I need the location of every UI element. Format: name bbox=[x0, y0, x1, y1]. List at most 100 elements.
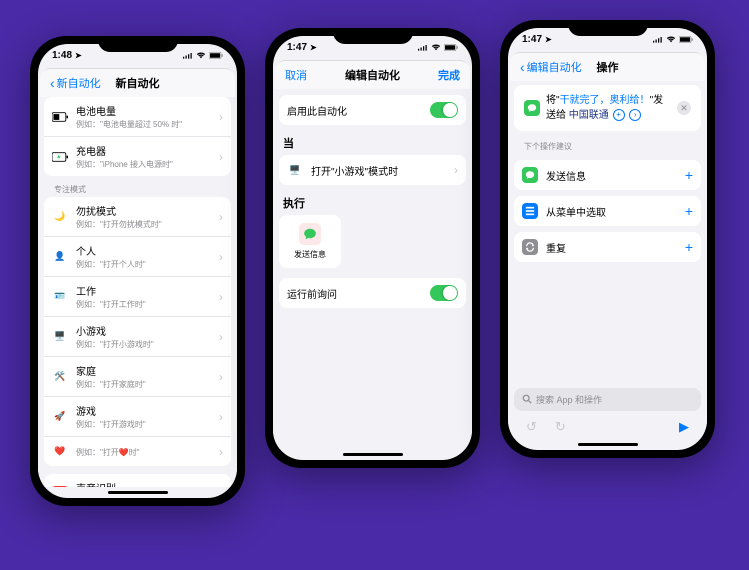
chevron-right-icon: › bbox=[219, 410, 223, 424]
cell-sub: 例如："打开家庭时" bbox=[76, 379, 219, 390]
wifi-icon bbox=[431, 44, 441, 51]
location-icon: ➤ bbox=[75, 51, 82, 60]
chevron-right-icon: › bbox=[219, 290, 223, 304]
wifi-icon bbox=[196, 52, 206, 59]
settings-group-power: 电池电量 例如："电池电量超过 50% 时" › 充电器 例如："iPhone … bbox=[44, 97, 231, 176]
content: 将"干就完了，奥利给！"发送给 中国联通 + › ✕ 下个操作建议 发送信息 + bbox=[508, 81, 707, 439]
action-description[interactable]: 将"干就完了，奥利给！"发送给 中国联通 + › ✕ bbox=[514, 85, 701, 131]
undo-icon[interactable]: ↺ bbox=[526, 419, 537, 435]
expand-icon[interactable]: › bbox=[629, 109, 641, 121]
phone-3: 1:47 ➤ ‹ 编辑自动化 操作 将" bbox=[500, 20, 715, 458]
battery-level-icon bbox=[52, 109, 68, 125]
cell-gaming[interactable]: 🚀 游戏 例如："打开游戏时" › bbox=[44, 396, 231, 436]
nav-done-label: 完成 bbox=[438, 70, 460, 82]
search-input[interactable]: 搜索 App 和操作 bbox=[514, 388, 701, 411]
cell-sound[interactable]: 声音识别 例如："我的 iPhone 识别出门铃声时" › bbox=[44, 474, 231, 487]
nav-back-label: 编辑自动化 bbox=[527, 59, 582, 75]
battery-icon bbox=[444, 44, 458, 51]
search-icon bbox=[522, 394, 532, 406]
cell-title: 打开"小游戏"模式时 bbox=[311, 163, 454, 178]
moon-icon: 🌙 bbox=[52, 209, 68, 225]
plus-icon[interactable]: + bbox=[685, 167, 693, 183]
desc-message[interactable]: 干就完了，奥利给！ bbox=[560, 95, 650, 106]
desc-recipient[interactable]: 中国联通 bbox=[569, 110, 609, 121]
cell-heart[interactable]: ❤️ 例如："打开❤️时" › bbox=[44, 436, 231, 466]
cell-ask: 运行前询问 bbox=[279, 278, 466, 308]
cell-title: 游戏 bbox=[76, 403, 219, 418]
battery-icon bbox=[679, 36, 693, 43]
tools-icon: 🛠️ bbox=[52, 369, 68, 385]
heart-icon: ❤️ bbox=[52, 444, 68, 460]
bottom-bar: ↺ ↻ ▶ bbox=[514, 411, 701, 439]
close-icon[interactable]: ✕ bbox=[677, 101, 691, 115]
phone-2: 1:47 ➤ 取消 编辑自动化 完成 启用此自动化 bbox=[265, 28, 480, 468]
cell-title: 声音识别 bbox=[76, 480, 219, 487]
cell-dnd[interactable]: 🌙 勿扰模式 例如："打开勿扰模式时" › bbox=[44, 197, 231, 236]
notch bbox=[333, 28, 413, 44]
nav-cancel[interactable]: 取消 bbox=[285, 67, 373, 83]
cell-minigame[interactable]: 🖥️ 小游戏 例如："打开小游戏时" › bbox=[44, 316, 231, 356]
cell-title: 工作 bbox=[76, 283, 219, 298]
run-button[interactable]: ▶ bbox=[679, 419, 689, 435]
screen: 1:47 ➤ ‹ 编辑自动化 操作 将" bbox=[508, 28, 707, 450]
cell-title: 小游戏 bbox=[76, 323, 219, 338]
suggest-label: 从菜单中选取 bbox=[546, 204, 677, 219]
nav-back[interactable]: ‹ 新自动化 bbox=[50, 75, 225, 91]
notch bbox=[568, 20, 648, 36]
description-text: 将"干就完了，奥利给！"发送给 中国联通 + › bbox=[546, 93, 671, 123]
cell-sub: 例如："打开❤️时" bbox=[76, 447, 219, 458]
chevron-left-icon: ‹ bbox=[520, 59, 525, 75]
navbar: ‹ 新自动化 新自动化 bbox=[40, 69, 235, 97]
nav-cancel-label: 取消 bbox=[285, 67, 307, 83]
chevron-right-icon: › bbox=[219, 445, 223, 459]
cell-work[interactable]: 🪪 工作 例如："打开工作时" › bbox=[44, 276, 231, 316]
screen: 1:48 ➤ ‹ 新自动化 新自动化 bbox=[38, 44, 237, 498]
plus-icon[interactable]: + bbox=[685, 203, 693, 219]
suggest-send-message[interactable]: 发送信息 + bbox=[514, 160, 701, 190]
navbar: ‹ 编辑自动化 操作 bbox=[510, 53, 705, 81]
cell-when[interactable]: 🖥️ 打开"小游戏"模式时 › bbox=[279, 155, 466, 185]
status-time: 1:47 bbox=[287, 42, 307, 53]
section-do: 执行 bbox=[279, 185, 466, 215]
ask-toggle[interactable] bbox=[430, 285, 458, 301]
plus-icon[interactable]: + bbox=[685, 239, 693, 255]
nav-done[interactable]: 完成 bbox=[373, 67, 461, 83]
suggest-repeat[interactable]: 重复 + bbox=[514, 232, 701, 262]
action-label: 发送信息 bbox=[287, 249, 333, 260]
cell-battery[interactable]: 电池电量 例如："电池电量超过 50% 时" › bbox=[44, 97, 231, 136]
cell-home[interactable]: 🛠️ 家庭 例如："打开家庭时" › bbox=[44, 356, 231, 396]
action-tile-send[interactable]: 发送信息 bbox=[279, 215, 341, 268]
navbar: 取消 编辑自动化 完成 bbox=[275, 61, 470, 89]
enable-toggle[interactable] bbox=[430, 102, 458, 118]
home-indicator bbox=[578, 443, 638, 446]
cell-sub: 例如："打开工作时" bbox=[76, 299, 219, 310]
nav-back-label: 新自动化 bbox=[57, 75, 101, 91]
enable-row: 启用此自动化 bbox=[279, 95, 466, 125]
cell-charger[interactable]: 充电器 例如："iPhone 接入电源时" › bbox=[44, 136, 231, 176]
cell-sub: 例如："打开勿扰模式时" bbox=[76, 219, 219, 230]
sound-icon bbox=[52, 486, 68, 488]
person-icon: 👤 bbox=[52, 249, 68, 265]
cell-title: 勿扰模式 bbox=[76, 203, 219, 218]
redo-icon[interactable]: ↻ bbox=[555, 419, 566, 435]
display-icon: 🖥️ bbox=[287, 162, 303, 178]
add-recipient-icon[interactable]: + bbox=[613, 109, 625, 121]
nav-back[interactable]: ‹ 编辑自动化 bbox=[520, 59, 695, 75]
cell-personal[interactable]: 👤 个人 例如："打开个人时" › bbox=[44, 236, 231, 276]
settings-group-sound: 声音识别 例如："我的 iPhone 识别出门铃声时" › bbox=[44, 474, 231, 487]
cell-title: 启用此自动化 bbox=[287, 103, 430, 118]
messages-icon bbox=[522, 167, 538, 183]
suggest-choose-menu[interactable]: 从菜单中选取 + bbox=[514, 196, 701, 226]
chevron-right-icon: › bbox=[219, 250, 223, 264]
section-when: 当 bbox=[279, 125, 466, 155]
notch bbox=[98, 36, 178, 52]
cell-sub: 例如："iPhone 接入电源时" bbox=[76, 159, 219, 170]
cellular-icon bbox=[418, 44, 428, 51]
cell-sub: 例如："打开小游戏时" bbox=[76, 339, 219, 350]
chevron-right-icon: › bbox=[219, 370, 223, 384]
cellular-icon bbox=[653, 36, 663, 43]
chevron-right-icon: › bbox=[219, 110, 223, 124]
ask-row: 运行前询问 bbox=[279, 278, 466, 308]
section-suggest: 下个操作建议 bbox=[514, 131, 701, 154]
repeat-icon bbox=[522, 239, 538, 255]
